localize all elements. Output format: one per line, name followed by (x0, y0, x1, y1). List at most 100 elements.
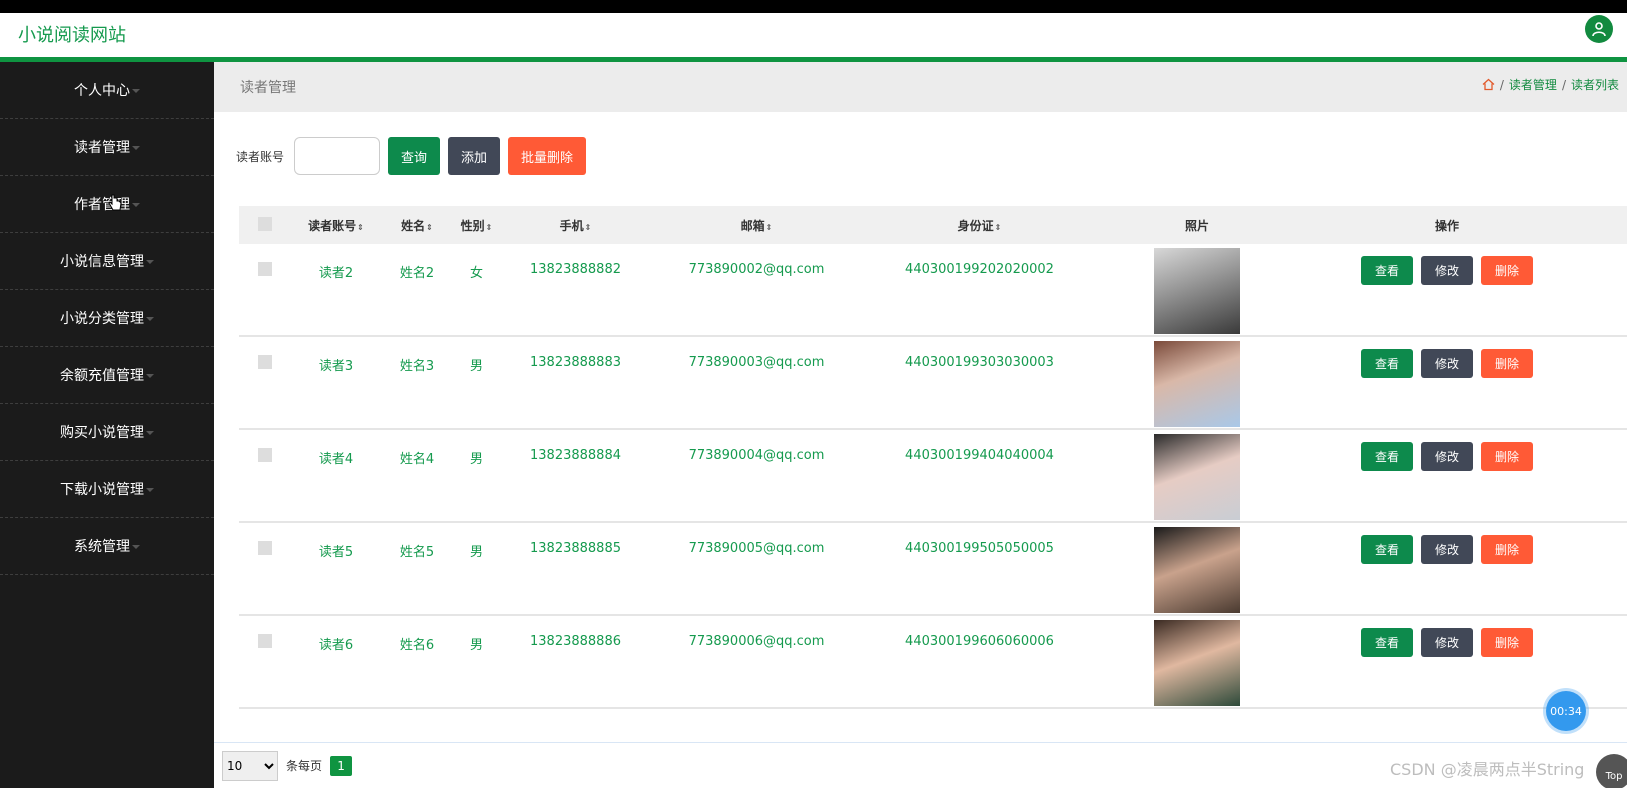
cell-sex: 男 (469, 638, 483, 653)
sidebar-item-novel-category[interactable]: 小说分类管理 (0, 290, 214, 347)
view-button[interactable]: 查看 (1361, 442, 1413, 471)
delete-button[interactable]: 删除 (1481, 442, 1533, 471)
sidebar-item-label: 系统管理 (74, 539, 130, 555)
sidebar-item-reader-management[interactable]: 读者管理 (0, 119, 214, 176)
user-icon[interactable] (1585, 15, 1613, 43)
sort-icon: ⇕ (994, 222, 1002, 232)
sort-icon: ⇕ (765, 222, 773, 232)
column-header-name[interactable]: 姓名⇕ (381, 217, 453, 234)
delete-button[interactable]: 删除 (1481, 535, 1533, 564)
chevron-down-icon (146, 431, 154, 435)
cell-account: 读者4 (318, 452, 354, 467)
row-checkbox[interactable] (258, 448, 272, 462)
sidebar-item-balance-recharge[interactable]: 余额充值管理 (0, 347, 214, 404)
row-checkbox[interactable] (258, 541, 272, 555)
page-title: 读者管理 (240, 80, 296, 96)
reader-account-label: 读者账号 (236, 149, 285, 164)
batch-delete-button[interactable]: 批量删除 (508, 137, 587, 175)
sort-icon: ⇕ (584, 222, 592, 232)
sort-icon: ⇕ (485, 222, 493, 232)
chevron-down-icon (132, 89, 140, 93)
column-header-account[interactable]: 读者账号⇕ (291, 217, 381, 234)
edit-button[interactable]: 修改 (1421, 535, 1473, 564)
cell-email: 773890004@qq.com (688, 448, 825, 463)
cell-name: 姓名5 (399, 545, 435, 560)
cell-account: 读者6 (318, 638, 354, 653)
sidebar-item-novel-info[interactable]: 小说信息管理 (0, 233, 214, 290)
column-header-phone[interactable]: 手机⇕ (500, 217, 651, 234)
view-button[interactable]: 查看 (1361, 349, 1413, 378)
view-button[interactable]: 查看 (1361, 535, 1413, 564)
main-content: 读者管理 / 读者管理 / 读者列表 读者账号 查询 添加 批量删除 读者账号⇕… (214, 62, 1627, 788)
edit-button[interactable]: 修改 (1421, 256, 1473, 285)
view-button[interactable]: 查看 (1361, 256, 1413, 285)
row-checkbox[interactable] (258, 634, 272, 648)
back-to-top-button[interactable]: Top (1596, 754, 1627, 788)
cell-sex: 女 (469, 266, 483, 281)
view-button[interactable]: 查看 (1361, 628, 1413, 657)
chevron-down-icon (146, 317, 154, 321)
reader-photo[interactable] (1154, 248, 1240, 334)
column-header-idcard[interactable]: 身份证⇕ (862, 217, 1097, 234)
cell-sex: 男 (469, 452, 483, 467)
home-icon[interactable] (1482, 78, 1495, 91)
cell-idcard: 440300199404040004 (905, 448, 1054, 463)
top-black-bar (0, 0, 1627, 13)
reader-photo[interactable] (1154, 527, 1240, 613)
row-checkbox[interactable] (258, 262, 272, 276)
delete-button[interactable]: 删除 (1481, 256, 1533, 285)
cell-idcard: 440300199202020002 (905, 262, 1054, 277)
chevron-down-icon (146, 488, 154, 492)
sidebar-item-system[interactable]: 系统管理 (0, 518, 214, 575)
sidebar-item-label: 个人中心 (74, 83, 130, 99)
cell-email: 773890005@qq.com (688, 541, 825, 556)
sort-icon: ⇕ (357, 222, 364, 232)
reader-photo[interactable] (1154, 341, 1240, 427)
cell-sex: 男 (469, 359, 483, 374)
edit-button[interactable]: 修改 (1421, 349, 1473, 378)
reader-photo[interactable] (1154, 620, 1240, 706)
cell-phone: 13823888884 (530, 448, 621, 463)
sidebar-item-author-management[interactable]: 作者管理 (0, 176, 214, 233)
cell-email: 773890006@qq.com (688, 634, 825, 649)
reader-table: 读者账号⇕ 姓名⇕ 性别⇕ 手机⇕ 邮箱⇕ 身份证⇕ 照片 操作 读者2 姓名2… (239, 206, 1627, 709)
reader-photo[interactable] (1154, 434, 1240, 520)
reader-account-input[interactable] (294, 137, 381, 175)
sort-icon: ⇕ (426, 222, 433, 232)
cell-phone: 13823888886 (530, 634, 621, 649)
delete-button[interactable]: 删除 (1481, 349, 1533, 378)
edit-button[interactable]: 修改 (1421, 442, 1473, 471)
select-all-checkbox[interactable] (258, 216, 272, 231)
sidebar-item-personal-center[interactable]: 个人中心 (0, 62, 214, 119)
breadcrumb-item[interactable]: 读者管理 (1509, 76, 1557, 93)
sidebar-item-label: 下载小说管理 (60, 482, 144, 498)
page-number-current[interactable]: 1 (330, 755, 353, 776)
chevron-down-icon (132, 146, 140, 150)
add-button[interactable]: 添加 (448, 137, 501, 175)
query-button[interactable]: 查询 (388, 137, 441, 175)
page-size-select[interactable]: 10 (222, 750, 278, 781)
cell-account: 读者3 (318, 359, 354, 374)
search-form: 读者账号 查询 添加 批量删除 (236, 137, 587, 175)
column-header-sex[interactable]: 性别⇕ (453, 217, 500, 234)
column-header-actions: 操作 (1434, 218, 1459, 233)
cell-account: 读者5 (318, 545, 354, 560)
cell-name: 姓名4 (399, 452, 435, 467)
edit-button[interactable]: 修改 (1421, 628, 1473, 657)
breadcrumb-item[interactable]: 读者列表 (1571, 76, 1619, 93)
row-checkbox[interactable] (258, 355, 272, 369)
cell-idcard: 440300199606060006 (905, 634, 1054, 649)
cell-name: 姓名3 (399, 359, 435, 374)
sidebar-item-download-novel[interactable]: 下载小说管理 (0, 461, 214, 518)
cell-phone: 13823888885 (530, 541, 621, 556)
cell-idcard: 440300199303030003 (905, 355, 1054, 370)
column-header-email[interactable]: 邮箱⇕ (651, 217, 862, 234)
sidebar-item-purchase-novel[interactable]: 购买小说管理 (0, 404, 214, 461)
delete-button[interactable]: 删除 (1481, 628, 1533, 657)
column-header-photo: 照片 (1184, 218, 1209, 233)
sidebar-item-label: 小说分类管理 (60, 311, 144, 327)
cell-email: 773890002@qq.com (688, 262, 825, 277)
header: 小说阅读网站 (0, 13, 1627, 58)
sidebar-item-label: 购买小说管理 (60, 425, 144, 441)
site-brand[interactable]: 小说阅读网站 (18, 21, 126, 47)
